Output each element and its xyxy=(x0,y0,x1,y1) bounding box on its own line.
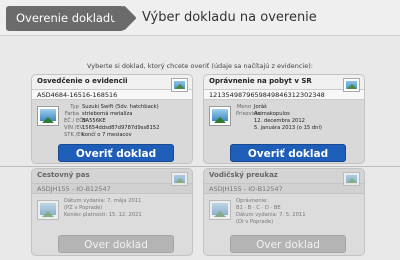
field-label xyxy=(236,125,254,132)
field-label: Typ xyxy=(70,104,79,110)
card-residence-permit[interactable]: Oprávnenie na pobyt v SR 121354987965984… xyxy=(203,74,365,164)
verify-document-button[interactable]: Over doklad xyxy=(230,235,346,253)
field-value: strieborná metalíza xyxy=(82,111,133,117)
field-label: VIN /EV xyxy=(64,125,84,131)
passport-line: (PZ v Poprade) xyxy=(64,205,103,211)
person-photo-icon xyxy=(209,106,231,126)
document-icon xyxy=(171,78,188,92)
passport-line: Dátum vydania: 7. mája 2011 xyxy=(64,198,142,204)
field-value: 12. decembra 2012 xyxy=(254,118,305,124)
car-photo-icon xyxy=(37,106,59,126)
field-label xyxy=(236,118,254,125)
license-photo-icon xyxy=(209,200,231,220)
field-label: Meno xyxy=(236,104,251,110)
card-registration-certificate[interactable]: Osvedčenie o evidencii ASD4684-16516-168… xyxy=(31,74,193,164)
document-icon xyxy=(343,172,360,186)
field-value: Suzuki Swift (5dv. hatchback) xyxy=(82,104,159,110)
divider xyxy=(0,166,400,167)
document-icon xyxy=(343,78,360,92)
license-line: (DI v Poprade) xyxy=(236,219,274,225)
passport-line: Koniec platnosti: 15. 12. 2021 xyxy=(64,212,142,218)
license-line: Dátum vydania: 7. 5. 2011 xyxy=(236,212,306,218)
field-label: STK /EK xyxy=(64,132,84,138)
card-title: Cestovný pas xyxy=(32,169,192,183)
card-title: Osvedčenie o evidencii xyxy=(32,75,192,89)
field-label: EČ / EČV xyxy=(64,118,87,124)
field-value: Asimakopulos xyxy=(254,111,290,117)
field-value: 5. januára 2013 (o 15 dní) xyxy=(254,125,322,131)
verify-document-button[interactable]: Overiť doklad xyxy=(58,144,174,162)
passport-photo-icon xyxy=(37,200,59,220)
instruction-text: Vyberte si doklad, ktorý chcete overiť (… xyxy=(87,62,313,70)
field-value: končí o 7 mesiacov xyxy=(82,132,132,138)
field-value: Joráš xyxy=(254,104,267,110)
document-number: ASD4684-16516-168516 xyxy=(32,89,192,100)
field-value: 15654ddsd87d9787d9ss8152 xyxy=(82,125,160,131)
card-passport[interactable]: Cestovný pas ASDJH155 - IO-B12547 Dátum … xyxy=(31,168,193,256)
verify-document-button[interactable]: Over doklad xyxy=(58,235,174,253)
document-number: ASDJH155 - IO-B12547 xyxy=(204,183,364,194)
verify-document-button[interactable]: Overiť doklad xyxy=(230,144,346,162)
document-number: 1213549879659849846312302348 xyxy=(204,89,364,100)
card-title: Oprávnenie na pobyt v SR xyxy=(204,75,364,89)
license-line: B1 · B · C · D · BE xyxy=(236,205,281,211)
license-line: Oprávnenie: xyxy=(236,198,268,204)
back-button[interactable]: Overenie dokladu xyxy=(6,6,124,31)
card-driving-license[interactable]: Vodičský preukaz ASDJH155 - IO-B12547 Op… xyxy=(203,168,365,256)
page-title: Výber dokladu na overenie xyxy=(142,10,317,25)
field-label: Priezvisko xyxy=(236,111,262,117)
document-icon xyxy=(171,172,188,186)
field-value: BA556KE xyxy=(82,118,106,124)
card-title: Vodičský preukaz xyxy=(204,169,364,183)
document-number: ASDJH155 - IO-B12547 xyxy=(32,183,192,194)
field-label: Farba xyxy=(64,111,79,117)
top-bar: Overenie dokladu Výber dokladu na overen… xyxy=(0,0,400,36)
